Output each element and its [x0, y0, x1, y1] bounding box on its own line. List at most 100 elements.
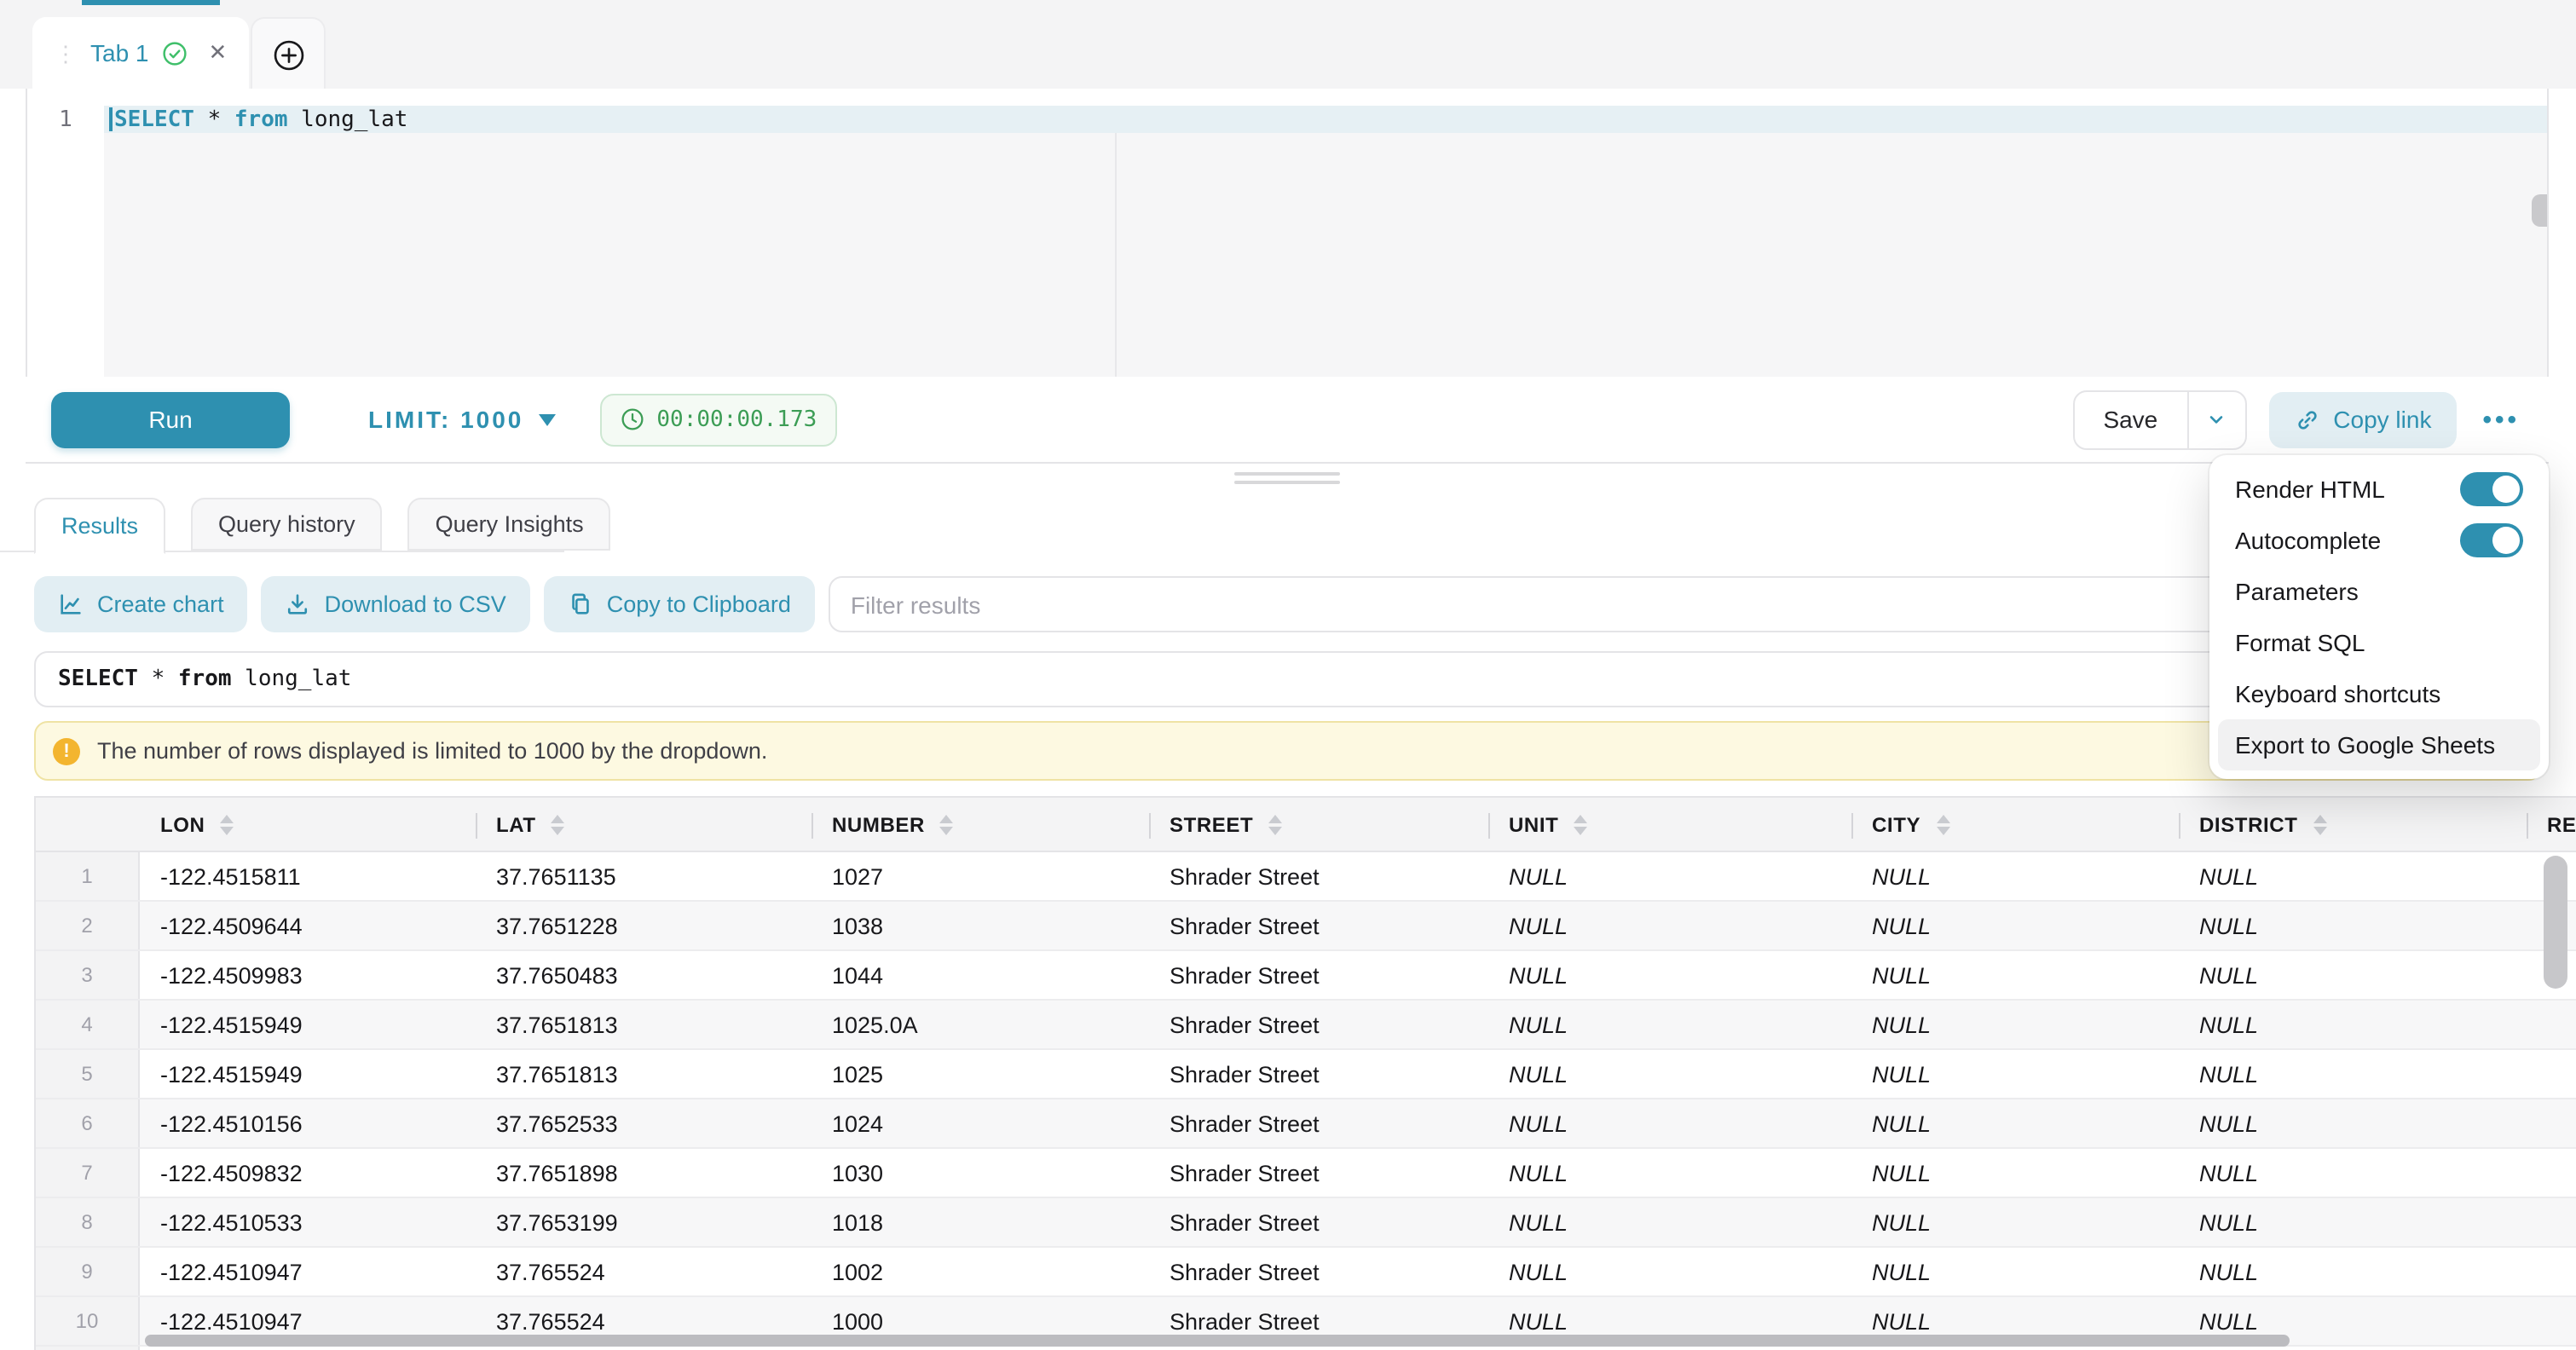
menu-item-autocomplete[interactable]: Autocomplete	[2218, 515, 2540, 566]
vertical-scrollbar-thumb[interactable]	[2544, 856, 2567, 989]
cell[interactable]: -122.4509832	[140, 1149, 476, 1197]
column-header-city[interactable]: CITY	[1851, 798, 2179, 851]
column-header-lat[interactable]: LAT	[476, 798, 811, 851]
cell[interactable]: 37.765524	[476, 1248, 811, 1295]
cell[interactable]: NULL	[1851, 1099, 2179, 1147]
cell[interactable]: 37.7653199	[476, 1198, 811, 1246]
close-tab-icon[interactable]: ✕	[209, 39, 228, 66]
cell[interactable]: NULL	[1488, 1198, 1851, 1246]
cell[interactable]: NULL	[1488, 1248, 1851, 1295]
cell[interactable]: NULL	[2179, 1248, 2527, 1295]
cell[interactable]	[2527, 1248, 2576, 1295]
cell[interactable]: 37.7651228	[476, 902, 811, 949]
column-header-unit[interactable]: UNIT	[1488, 798, 1851, 851]
download-csv-button[interactable]: Download to CSV	[262, 576, 530, 632]
tab-query-history[interactable]: Query history	[191, 498, 383, 551]
table-row[interactable]: 4-122.451594937.76518131025.0AShrader St…	[36, 1001, 2576, 1050]
cell[interactable]: 37.7651898	[476, 1149, 811, 1197]
copy-link-button[interactable]: Copy link	[2268, 391, 2457, 447]
column-header-district[interactable]: DISTRICT	[2179, 798, 2527, 851]
cell[interactable]: NULL	[1851, 1149, 2179, 1197]
cell[interactable]: Shrader Street	[1149, 951, 1488, 999]
create-chart-button[interactable]: Create chart	[34, 576, 248, 632]
cell[interactable]: NULL	[2179, 852, 2527, 900]
limit-dropdown[interactable]: LIMIT: 1000	[368, 406, 556, 433]
table-row[interactable]: 11-122.451099237.76545551022Shrader Stre…	[36, 1347, 2576, 1350]
menu-item-export-to-google-sheets[interactable]: Export to Google Sheets	[2218, 719, 2540, 770]
table-row[interactable]: 1-122.451581137.76511351027Shrader Stree…	[36, 852, 2576, 902]
table-row[interactable]: 9-122.451094737.7655241002Shrader Street…	[36, 1248, 2576, 1297]
cell[interactable]: 1025.0A	[811, 1001, 1149, 1048]
cell[interactable]	[2527, 1297, 2576, 1345]
cell[interactable]: 1024	[811, 1099, 1149, 1147]
table-row[interactable]: 6-122.451015637.76525331024Shrader Stree…	[36, 1099, 2576, 1149]
cell[interactable]: Shrader Street	[1149, 852, 1488, 900]
cell[interactable]	[2527, 1149, 2576, 1197]
sort-icon[interactable]	[940, 814, 954, 834]
horizontal-scrollbar-thumb[interactable]	[145, 1335, 2290, 1347]
cell[interactable]: NULL	[1851, 1248, 2179, 1295]
cell[interactable]	[2527, 1050, 2576, 1098]
tab-query-insights[interactable]: Query Insights	[408, 498, 611, 551]
cell[interactable]: NULL	[2179, 1198, 2527, 1246]
cell[interactable]	[2527, 1001, 2576, 1048]
cell[interactable]: NULL	[1851, 1050, 2179, 1098]
cell[interactable]: 1038	[811, 902, 1149, 949]
cell[interactable]: 37.7651813	[476, 1001, 811, 1048]
cell[interactable]: Shrader Street	[1149, 1099, 1488, 1147]
cell[interactable]: -122.4510947	[140, 1248, 476, 1295]
column-header-number[interactable]: NUMBER	[811, 798, 1149, 851]
cell[interactable]: NULL	[1488, 852, 1851, 900]
editor-scrollbar-thumb[interactable]	[2532, 194, 2547, 227]
cell[interactable]: NULL	[2179, 1149, 2527, 1197]
cell[interactable]: NULL	[1488, 1099, 1851, 1147]
sort-icon[interactable]	[552, 814, 565, 834]
table-row[interactable]: 2-122.450964437.76512281038Shrader Stree…	[36, 902, 2576, 951]
cell[interactable]: NULL	[2179, 1347, 2527, 1350]
cell[interactable]: 1002	[811, 1248, 1149, 1295]
cell[interactable]: NULL	[1488, 1347, 1851, 1350]
cell[interactable]: NULL	[2179, 1099, 2527, 1147]
cell[interactable]: NULL	[1851, 1198, 2179, 1246]
cell[interactable]: NULL	[1488, 902, 1851, 949]
save-options-button[interactable]	[2186, 391, 2244, 447]
cell[interactable]: NULL	[1488, 1149, 1851, 1197]
table-row[interactable]: 7-122.450983237.76518981030Shrader Stree…	[36, 1149, 2576, 1198]
cell[interactable]: 37.7650483	[476, 951, 811, 999]
menu-item-parameters[interactable]: Parameters	[2218, 566, 2540, 617]
cell[interactable]: NULL	[2179, 902, 2527, 949]
cell[interactable]: 1027	[811, 852, 1149, 900]
cell[interactable]: Shrader Street	[1149, 1198, 1488, 1246]
copy-clipboard-button[interactable]: Copy to Clipboard	[544, 576, 815, 632]
tab-drag-handle-icon[interactable]: ⋮	[55, 42, 77, 64]
cell[interactable]: Shrader Street	[1149, 1050, 1488, 1098]
cell[interactable]: 37.7651135	[476, 852, 811, 900]
tab-tab1[interactable]: ⋮ Tab 1 ✕	[32, 17, 249, 89]
cell[interactable]: Shrader Street	[1149, 1149, 1488, 1197]
cell[interactable]: -122.4515949	[140, 1050, 476, 1098]
cell[interactable]: 37.7654555	[476, 1347, 811, 1350]
cell[interactable]: NULL	[1851, 1347, 2179, 1350]
tab-results[interactable]: Results	[34, 498, 165, 554]
sort-icon[interactable]	[2313, 814, 2326, 834]
cell[interactable]: 1044	[811, 951, 1149, 999]
cell[interactable]: 37.7651813	[476, 1050, 811, 1098]
more-options-button[interactable]: •••	[2482, 405, 2520, 434]
sort-icon[interactable]	[1936, 814, 1949, 834]
new-tab-button[interactable]	[251, 17, 326, 90]
toggle-switch-on[interactable]	[2460, 472, 2523, 506]
cell[interactable]: 1030	[811, 1149, 1149, 1197]
menu-item-keyboard-shortcuts[interactable]: Keyboard shortcuts	[2218, 668, 2540, 719]
cell[interactable]	[2527, 1099, 2576, 1147]
sort-icon[interactable]	[220, 814, 234, 834]
table-row[interactable]: 5-122.451594937.76518131025Shrader Stree…	[36, 1050, 2576, 1099]
cell[interactable]: -122.4510156	[140, 1099, 476, 1147]
cell[interactable]: 37.7652533	[476, 1099, 811, 1147]
cell[interactable]: NULL	[2179, 1050, 2527, 1098]
cell[interactable]: -122.4510992	[140, 1347, 476, 1350]
toggle-switch-on[interactable]	[2460, 523, 2523, 557]
cell[interactable]: NULL	[1851, 1001, 2179, 1048]
column-header-lon[interactable]: LON	[140, 798, 476, 851]
cell[interactable]: NULL	[1488, 951, 1851, 999]
cell[interactable]: 1018	[811, 1198, 1149, 1246]
